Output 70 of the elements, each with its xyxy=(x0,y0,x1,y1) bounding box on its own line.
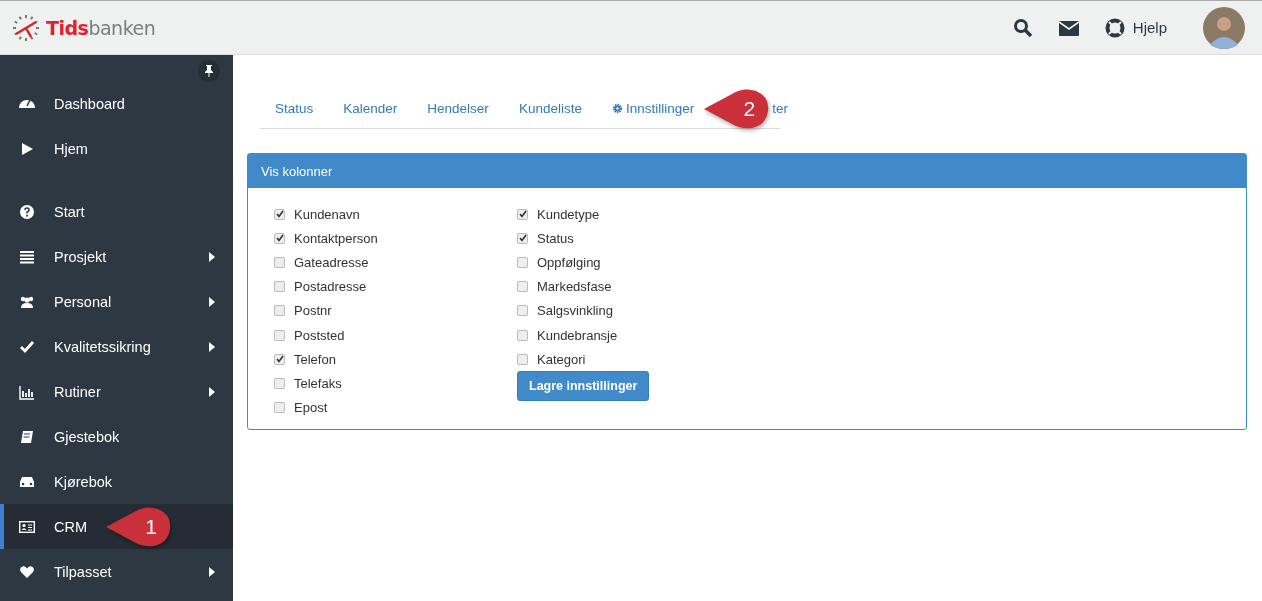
checkbox-label: Telefon xyxy=(294,351,336,367)
callout-marker: 2 xyxy=(704,88,771,129)
sidebar-item[interactable]: Rutiner xyxy=(0,369,233,414)
tab[interactable]: Status xyxy=(275,101,314,116)
checkbox[interactable] xyxy=(274,353,285,365)
sidebar-item[interactable]: Hjem xyxy=(0,126,233,171)
question-icon xyxy=(19,203,35,220)
checkbox[interactable] xyxy=(274,305,285,317)
checkbox[interactable] xyxy=(274,377,285,389)
checkbox-label: Kontaktperson xyxy=(294,230,378,246)
checkbox[interactable] xyxy=(517,329,528,341)
checkbox-label: Gateadresse xyxy=(294,254,369,270)
checkbox[interactable] xyxy=(274,402,285,414)
checkbox-label: Status xyxy=(537,230,574,246)
pin-button[interactable] xyxy=(198,60,220,82)
help-link[interactable]: Hjelp xyxy=(1104,17,1167,38)
checkbox[interactable] xyxy=(517,353,528,365)
checkbox-label: Oppfølging xyxy=(537,254,601,270)
checkbox-label: Salgsvinkling xyxy=(537,303,613,319)
checkbox-label: Epost xyxy=(294,400,328,416)
checkbox[interactable] xyxy=(517,208,528,220)
sidebar-item[interactable]: Start xyxy=(0,189,233,234)
tab[interactable]: Innstillinger xyxy=(611,101,695,116)
checkbox-label: Kundenavn xyxy=(294,206,360,222)
sidebar-item[interactable]: Gjestebok xyxy=(0,414,233,459)
mail-icon[interactable] xyxy=(1058,19,1079,36)
id-card-icon xyxy=(19,518,35,535)
pin-icon xyxy=(204,65,214,77)
tab[interactable]: ter xyxy=(772,101,788,116)
checkbox[interactable] xyxy=(517,281,528,293)
checkbox-label: Markedsfase xyxy=(537,279,612,295)
panel-title: Vis kolonner xyxy=(261,163,333,179)
checkbox-label: Postnr xyxy=(294,303,332,319)
heart-icon xyxy=(19,563,35,580)
save-button[interactable]: Lagre innstillinger xyxy=(517,371,650,402)
checkbox[interactable] xyxy=(517,256,528,268)
checkbox-label: Kategori xyxy=(537,351,586,367)
checkbox-label: Poststed xyxy=(294,327,345,343)
checkbox[interactable] xyxy=(517,305,528,317)
list-icon xyxy=(19,248,35,265)
clock-logo-icon xyxy=(12,13,40,42)
gauge-icon xyxy=(19,99,35,108)
sidebar-item[interactable]: Dashboard xyxy=(0,81,233,126)
logo-text[interactable]: Tidsbanken xyxy=(46,16,156,39)
sidebar-item[interactable]: Personal xyxy=(0,279,233,324)
checkbox[interactable] xyxy=(517,232,528,244)
checkbox[interactable] xyxy=(274,256,285,268)
bar-chart-icon xyxy=(19,383,35,400)
checkbox-label: Kundebransje xyxy=(537,327,618,343)
lifebuoy-icon xyxy=(1104,17,1125,38)
callout-marker: 1 xyxy=(106,507,172,547)
avatar[interactable] xyxy=(1203,6,1245,49)
checkbox-label: Kundetype xyxy=(537,206,600,222)
sidebar-item[interactable]: Kjørebok xyxy=(0,459,233,504)
checkbox[interactable] xyxy=(274,329,285,341)
sidebar-item[interactable]: Tilpasset xyxy=(0,549,233,594)
checkbox-label: Postadresse xyxy=(294,279,367,295)
tab[interactable]: Kundeliste xyxy=(518,101,582,116)
sidebar-item[interactable]: Kvalitetssikring xyxy=(0,324,233,369)
checkbox-label: Telefaks xyxy=(294,375,342,391)
search-icon[interactable] xyxy=(1012,17,1033,38)
tab[interactable]: Kalender xyxy=(343,101,398,116)
checkbox[interactable] xyxy=(274,232,285,244)
play-icon xyxy=(19,140,35,157)
checkbox[interactable] xyxy=(274,208,285,220)
book-icon xyxy=(19,428,35,445)
sidebar-item[interactable]: CRM 1 xyxy=(0,504,233,549)
sidebar-item[interactable]: Prosjekt xyxy=(0,234,233,279)
tab[interactable]: Hendelser xyxy=(427,101,489,116)
checkbox[interactable] xyxy=(274,281,285,293)
